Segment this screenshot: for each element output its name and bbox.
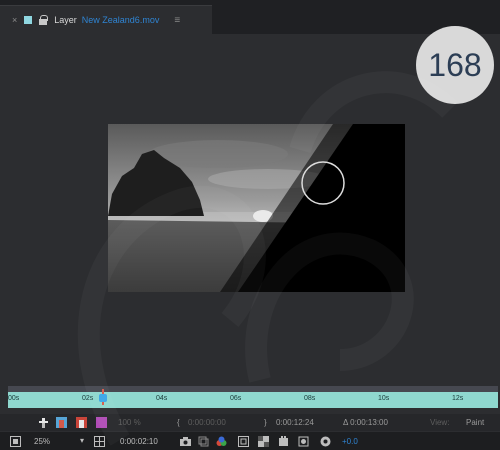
time-ruler[interactable]: 00s 02s 04s 06s 08s 10s 12s — [8, 392, 498, 408]
out-point-time[interactable]: 0:00:12:24 — [276, 418, 314, 427]
time-tick: 04s — [156, 395, 168, 402]
in-point-time[interactable]: 0:00:00:00 — [188, 418, 226, 427]
magnification-chevron-down-icon[interactable]: ▾ — [80, 436, 84, 445]
view-options-icon[interactable] — [278, 436, 289, 447]
puppet-pin-icon[interactable] — [38, 417, 49, 428]
page-number-badge: 168 — [416, 26, 494, 104]
time-tick: 00s — [8, 395, 20, 402]
out-point-bracket-icon[interactable]: } — [264, 418, 267, 427]
panel-tab-bar: × Layer New Zealand6.mov ≡ — [0, 0, 500, 34]
panel-menu-icon[interactable]: ≡ — [174, 15, 180, 26]
view-label: View: — [430, 418, 450, 427]
viewer-controls-row: 100 % { 0:00:00:00 } 0:00:12:24 Δ 0:00:1… — [0, 414, 500, 431]
show-snapshot-icon[interactable] — [198, 436, 209, 447]
exposure-value[interactable]: +0.0 — [342, 437, 358, 446]
transparency-grid-icon[interactable] — [258, 436, 269, 447]
layer-tab[interactable]: × Layer New Zealand6.mov ≡ — [0, 5, 212, 34]
view-dropdown[interactable]: Paint — [466, 418, 484, 427]
opacity-value[interactable]: 100 % — [118, 418, 141, 427]
brush-color-swap-icon[interactable] — [76, 417, 87, 428]
reset-exposure-icon[interactable] — [320, 436, 331, 447]
region-of-interest-icon[interactable] — [238, 436, 249, 447]
in-point-bracket-icon[interactable]: { — [177, 418, 180, 427]
snapshot-camera-icon[interactable] — [180, 436, 191, 447]
channels-rgb-icon[interactable] — [216, 436, 227, 447]
time-tick: 06s — [230, 395, 242, 402]
time-tick: 12s — [452, 395, 464, 402]
duration-value: Δ 0:00:13:00 — [343, 418, 388, 427]
current-time-display[interactable]: 0:00:02:10 — [120, 437, 158, 446]
panel-title: Layer — [54, 15, 77, 25]
mask-color-swatch-icon[interactable] — [96, 417, 107, 428]
layer-viewer-image[interactable] — [108, 124, 405, 292]
time-tick: 10s — [378, 395, 390, 402]
layer-filename[interactable]: New Zealand6.mov — [82, 15, 160, 25]
brush-color-icon[interactable] — [56, 417, 67, 428]
render-icon[interactable] — [298, 436, 309, 447]
beach-footage-frame — [108, 124, 405, 292]
grid-guides-icon[interactable] — [94, 436, 105, 447]
viewer-bottom-toolbar: 25% ▾ 0:00:02:10 +0.0 — [0, 432, 500, 450]
time-tick: 02s — [82, 395, 94, 402]
close-tab-icon[interactable]: × — [12, 15, 17, 25]
always-preview-icon[interactable] — [10, 436, 21, 447]
playhead-handle-icon[interactable] — [99, 394, 107, 402]
current-time-indicator[interactable] — [99, 389, 107, 405]
magnification-dropdown[interactable]: 25% — [34, 437, 50, 446]
time-tick: 08s — [304, 395, 316, 402]
lock-icon[interactable] — [39, 15, 49, 25]
layer-color-swatch-icon — [24, 16, 33, 24]
